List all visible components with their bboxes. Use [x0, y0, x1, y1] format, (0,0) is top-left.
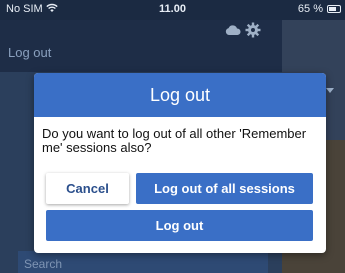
- header-title: Log out: [8, 45, 52, 60]
- chevron-down-icon[interactable]: [326, 88, 334, 93]
- dialog-message: Do you want to log out of all other 'Rem…: [42, 126, 307, 155]
- cancel-button[interactable]: Cancel: [46, 173, 129, 204]
- search-input[interactable]: [18, 251, 268, 273]
- logout-button[interactable]: Log out: [46, 210, 313, 241]
- battery-percentage: 65 %: [297, 3, 323, 15]
- status-bar: No SIM 11.00 65 %: [0, 0, 345, 20]
- logout-dialog: Log out Do you want to log out of all ot…: [34, 73, 326, 253]
- battery-icon: [327, 5, 341, 13]
- search-bar: [18, 251, 268, 273]
- cloud-icon[interactable]: [225, 24, 241, 36]
- dialog-title: Log out: [34, 73, 326, 117]
- logout-all-sessions-button[interactable]: Log out of all sessions: [136, 173, 313, 204]
- clock: 11.00: [159, 3, 186, 15]
- gear-icon[interactable]: [245, 22, 261, 38]
